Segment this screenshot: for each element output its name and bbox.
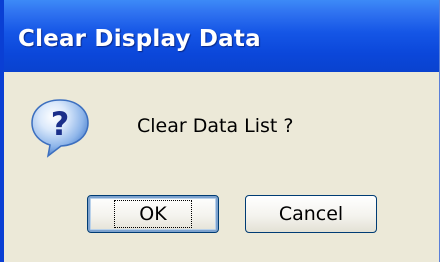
dialog-window: Clear Display Data ? Clear Data List ? O… xyxy=(0,0,440,262)
title-bar[interactable]: Clear Display Data xyxy=(4,0,439,72)
dialog-title: Clear Display Data xyxy=(18,26,261,52)
ok-button[interactable]: OK xyxy=(87,195,219,233)
cancel-button[interactable]: Cancel xyxy=(245,195,377,233)
question-icon: ? xyxy=(28,96,92,160)
dialog-message: Clear Data List ? xyxy=(137,115,294,137)
ok-button-label: OK xyxy=(114,200,192,228)
cancel-button-label: Cancel xyxy=(278,203,344,225)
svg-text:?: ? xyxy=(51,105,70,143)
